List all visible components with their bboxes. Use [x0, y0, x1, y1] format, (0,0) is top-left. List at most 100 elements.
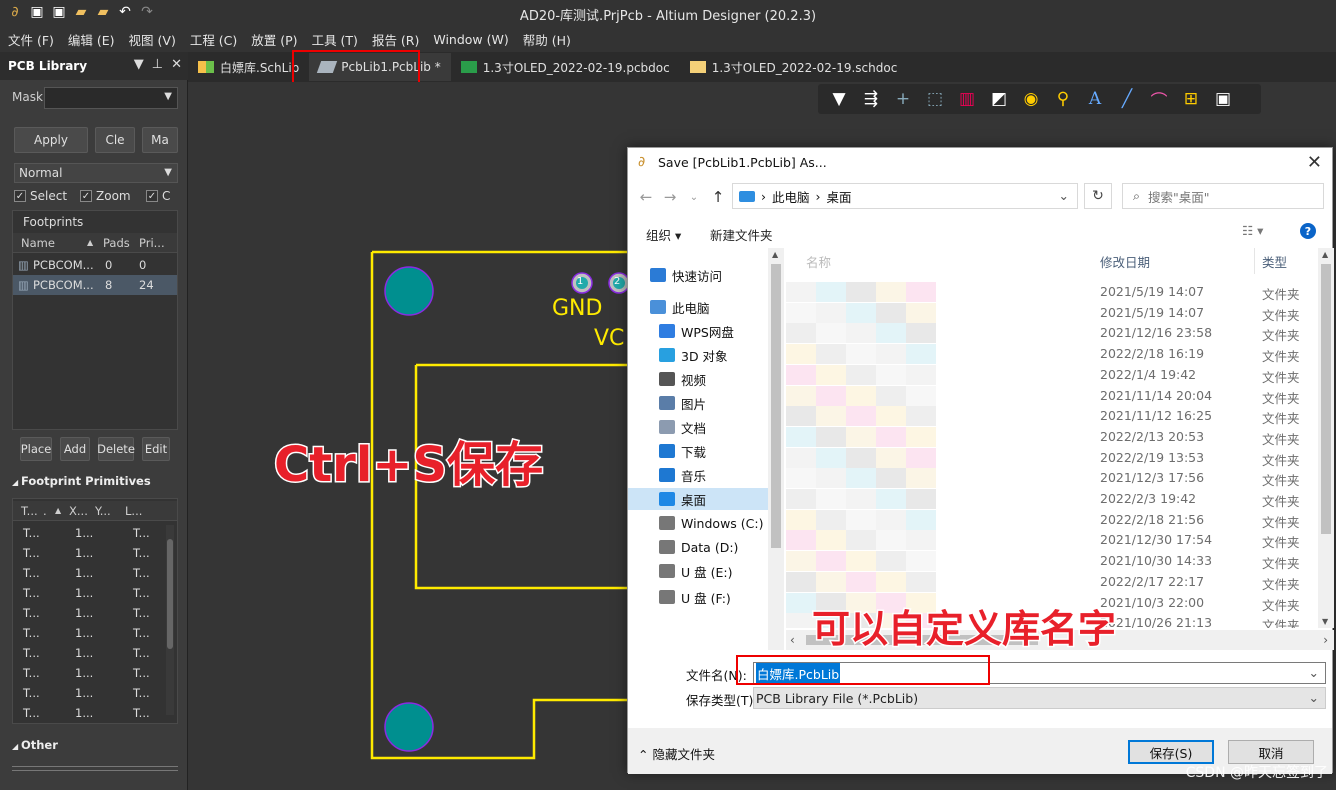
- file-row[interactable]: 2021/5/19 14:07 文件夹: [786, 282, 1318, 302]
- zoom-checkbox[interactable]: ✓ Zoom: [80, 189, 131, 203]
- forward-icon[interactable]: →: [658, 188, 682, 206]
- nav-item[interactable]: 文档: [659, 416, 706, 438]
- file-row[interactable]: 2021/11/14 20:04 文件夹: [786, 385, 1318, 406]
- recent-icon[interactable]: ⌄: [682, 192, 706, 203]
- scroll-up-icon[interactable]: ▲: [1322, 250, 1328, 259]
- file-row[interactable]: 2021/12/16 23:58 文件夹: [786, 323, 1318, 344]
- col-pads[interactable]: Pads: [97, 236, 135, 250]
- menu-reports[interactable]: 报告 (R): [372, 30, 419, 49]
- list-scrollbar[interactable]: ▲ ▼: [1318, 248, 1334, 628]
- chevron-down-icon[interactable]: ⌄: [1059, 188, 1069, 203]
- file-row[interactable]: 2022/1/4 19:42 文件夹: [786, 364, 1318, 385]
- hide-folders-toggle[interactable]: ⌃ 隐藏文件夹: [638, 744, 715, 763]
- primitive-row[interactable]: T... 1... T...: [13, 543, 163, 563]
- menu-file[interactable]: 文件 (F): [8, 30, 54, 49]
- footprint-row[interactable]: ▥ PCBCOM... 0 0: [13, 255, 177, 275]
- other-section-header[interactable]: ◢ Other: [12, 738, 58, 752]
- scrollbar-thumb[interactable]: [1321, 264, 1331, 534]
- col-date[interactable]: 修改日期: [1100, 252, 1150, 271]
- scrollbar-thumb[interactable]: [771, 264, 781, 548]
- cross-probe-icon[interactable]: +: [890, 86, 916, 112]
- breadcrumb-desktop[interactable]: 桌面: [827, 187, 852, 206]
- file-row[interactable]: 2022/2/3 19:42 文件夹: [786, 489, 1318, 509]
- via-icon[interactable]: ⚲: [1050, 86, 1076, 112]
- footprint-row[interactable]: ▥ PCBCOM... 8 24: [13, 275, 177, 295]
- nav-item[interactable]: 视频: [659, 368, 706, 390]
- mode-select[interactable]: Normal ▼: [14, 163, 178, 183]
- col-y[interactable]: Y...: [95, 504, 125, 518]
- nav-item[interactable]: 3D 对象: [659, 344, 728, 366]
- save-button[interactable]: 保存(S): [1128, 740, 1214, 764]
- scroll-up-icon[interactable]: ▲: [772, 250, 778, 259]
- menu-window[interactable]: Window (W): [433, 32, 508, 47]
- apply-button[interactable]: Apply: [14, 127, 88, 153]
- view-options-icon[interactable]: ☷ ▾: [1242, 223, 1263, 238]
- file-row[interactable]: 2022/2/19 13:53 文件夹: [786, 447, 1318, 468]
- align-icon[interactable]: ▥: [954, 86, 980, 112]
- file-row[interactable]: 2021/10/30 14:33 文件夹: [786, 551, 1318, 572]
- breadcrumb-computer[interactable]: 此电脑: [772, 187, 810, 206]
- clear-existing-checkbox[interactable]: ✓ C: [146, 189, 170, 203]
- primitive-row[interactable]: T... 1... T...: [13, 523, 163, 543]
- tab-pcbdoc[interactable]: 1.3寸OLED_2022-02-19.pcbdoc: [451, 53, 680, 81]
- menu-tools[interactable]: 工具 (T): [312, 30, 358, 49]
- nav-scrollbar[interactable]: ▲: [768, 248, 784, 650]
- new-folder-button[interactable]: 新建文件夹: [710, 225, 773, 244]
- col-type[interactable]: 类型: [1262, 252, 1287, 271]
- back-icon[interactable]: ←: [634, 188, 658, 206]
- text-icon[interactable]: A: [1082, 86, 1108, 112]
- filter-icon[interactable]: ▼: [826, 86, 852, 112]
- primitive-row[interactable]: T... 1... T...: [13, 663, 163, 683]
- menu-edit[interactable]: 编辑 (E): [68, 30, 115, 49]
- col-type[interactable]: T...: [13, 504, 43, 518]
- tab-schdoc[interactable]: 1.3寸OLED_2022-02-19.schdoc: [680, 53, 908, 81]
- file-row[interactable]: 2022/2/18 21:56 文件夹: [786, 509, 1318, 530]
- organize-button[interactable]: 组织 ▾: [646, 225, 681, 244]
- scroll-down-icon[interactable]: ▼: [1322, 617, 1328, 626]
- arc-icon[interactable]: ⌒: [1146, 86, 1172, 112]
- close-icon[interactable]: ✕: [1307, 152, 1322, 173]
- select-rect-icon[interactable]: ⬚: [922, 86, 948, 112]
- menu-project[interactable]: 工程 (C): [190, 30, 237, 49]
- clear-button[interactable]: Cle: [95, 127, 135, 153]
- delete-button[interactable]: Delete: [97, 437, 135, 461]
- nav-item[interactable]: 下载: [659, 440, 706, 462]
- scrollbar-thumb[interactable]: [167, 539, 173, 649]
- primitive-row[interactable]: T... 1... T...: [13, 623, 163, 643]
- pin-icon[interactable]: ⊥: [152, 57, 163, 72]
- file-row[interactable]: 2021/12/30 17:54 文件夹: [786, 530, 1318, 551]
- nav-item[interactable]: 桌面: [628, 488, 768, 510]
- address-bar[interactable]: › 此电脑 › 桌面 ⌄: [732, 183, 1078, 209]
- mount-hole[interactable]: [384, 266, 434, 316]
- scrollbar[interactable]: [166, 525, 174, 715]
- nav-item[interactable]: 快速访问: [650, 264, 722, 286]
- nav-item[interactable]: U 盘 (F:): [659, 586, 731, 608]
- file-row[interactable]: 2021/11/12 16:25 文件夹: [786, 406, 1318, 427]
- add-button[interactable]: Add: [60, 437, 90, 461]
- line-icon[interactable]: ╱: [1114, 86, 1140, 112]
- search-input[interactable]: ⌕ 搜索"桌面": [1122, 183, 1324, 209]
- file-row[interactable]: 2022/2/17 22:17 文件夹: [786, 571, 1318, 592]
- scroll-right-icon[interactable]: ›: [1323, 633, 1328, 647]
- mount-hole[interactable]: [384, 702, 434, 752]
- route-icon[interactable]: ⇶: [858, 86, 884, 112]
- file-row[interactable]: 2021/12/3 17:56 文件夹: [786, 468, 1318, 489]
- nav-item[interactable]: 音乐: [659, 464, 706, 486]
- nav-item[interactable]: U 盘 (E:): [659, 560, 732, 582]
- primitives-section-header[interactable]: ◢ Footprint Primitives: [12, 474, 151, 488]
- filetype-select[interactable]: PCB Library File (*.PcbLib) ⌄: [753, 687, 1326, 709]
- col-blank[interactable]: .: [43, 504, 55, 518]
- scroll-left-icon[interactable]: ‹: [790, 633, 795, 647]
- nav-item[interactable]: Windows (C:): [659, 512, 763, 534]
- primitive-row[interactable]: T... 1... T...: [13, 563, 163, 583]
- col-x[interactable]: X...: [65, 504, 95, 518]
- place-button[interactable]: Place: [20, 437, 52, 461]
- primitive-row[interactable]: T... 1... T...: [13, 603, 163, 623]
- edit-button[interactable]: Edit: [142, 437, 170, 461]
- primitive-row[interactable]: T... 1... T...: [13, 703, 163, 723]
- panel-menu-icon[interactable]: ▼: [134, 57, 144, 72]
- nav-item[interactable]: WPS网盘: [659, 320, 734, 342]
- nav-item[interactable]: 图片: [659, 392, 706, 414]
- file-row[interactable]: 2021/5/19 14:07 文件夹: [786, 302, 1318, 323]
- primitive-row[interactable]: T... 1... T...: [13, 643, 163, 663]
